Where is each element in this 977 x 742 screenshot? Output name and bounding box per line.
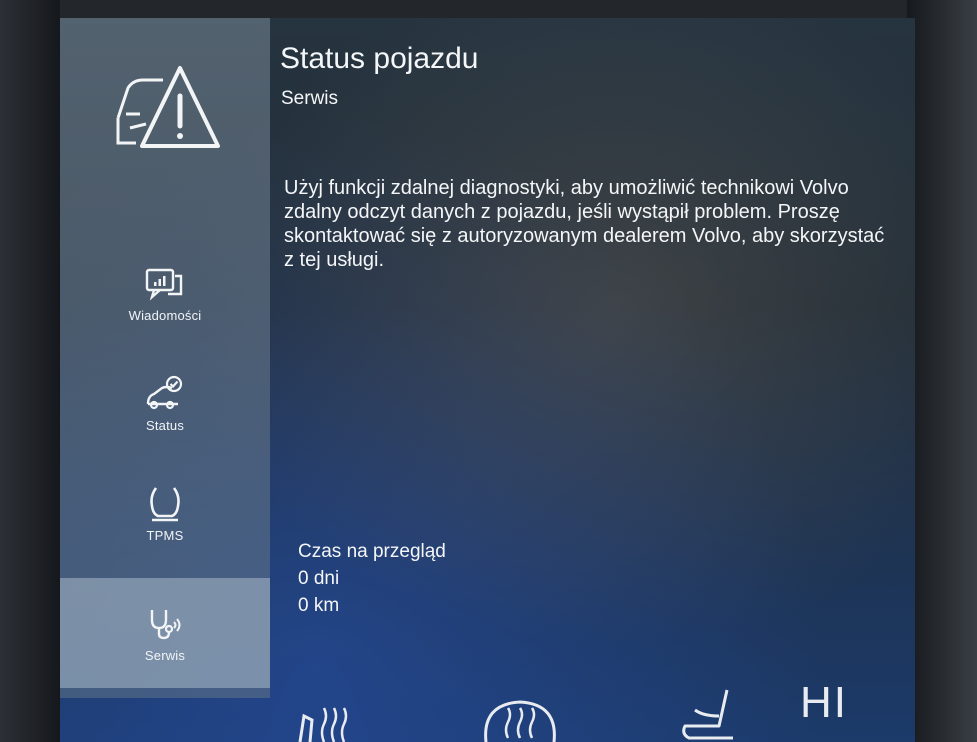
- service-km: 0 km: [298, 595, 340, 616]
- bezel-left: [0, 0, 60, 742]
- page-subtitle: Serwis: [281, 88, 339, 109]
- tire-pressure-icon: [150, 486, 180, 521]
- car-warning-icon: [116, 66, 220, 148]
- bezel-top: [0, 0, 977, 18]
- sidebar: Wiadomości Status TPMS Serwis: [60, 18, 270, 698]
- car-check-icon: [146, 375, 183, 409]
- temperature-hi-label[interactable]: HI: [800, 678, 848, 728]
- service-description: Użyj funkcji zdalnej diagnostyki, aby um…: [284, 177, 885, 271]
- sidebar-item-tpms[interactable]: TPMS: [60, 463, 270, 563]
- seat-icon[interactable]: [675, 686, 745, 742]
- sidebar-item-label: Wiadomości: [128, 307, 202, 323]
- messages-icon: [145, 268, 183, 301]
- service-stethoscope-icon: [150, 609, 181, 639]
- sidebar-item-messages[interactable]: Wiadomości: [60, 243, 270, 343]
- defrost-icon[interactable]: [480, 690, 560, 742]
- sidebar-item-label: Serwis: [144, 647, 186, 663]
- sidebar-item-label: Status: [145, 417, 185, 433]
- bezel-right: [907, 0, 977, 742]
- sidebar-item-status[interactable]: Status: [60, 353, 270, 453]
- service-interval: Czas na przegląd 0 dni 0 km: [298, 538, 446, 619]
- screen: Wiadomości Status TPMS Serwis Status poj…: [60, 18, 915, 742]
- sidebar-item-label: TPMS: [146, 527, 184, 543]
- seat-heat-icon[interactable]: [290, 702, 360, 742]
- service-days: 0 dni: [298, 568, 340, 589]
- page-title: Status pojazdu: [280, 42, 479, 75]
- sidebar-item-service[interactable]: Serwis: [60, 578, 270, 688]
- service-heading: Czas na przegląd: [298, 541, 446, 562]
